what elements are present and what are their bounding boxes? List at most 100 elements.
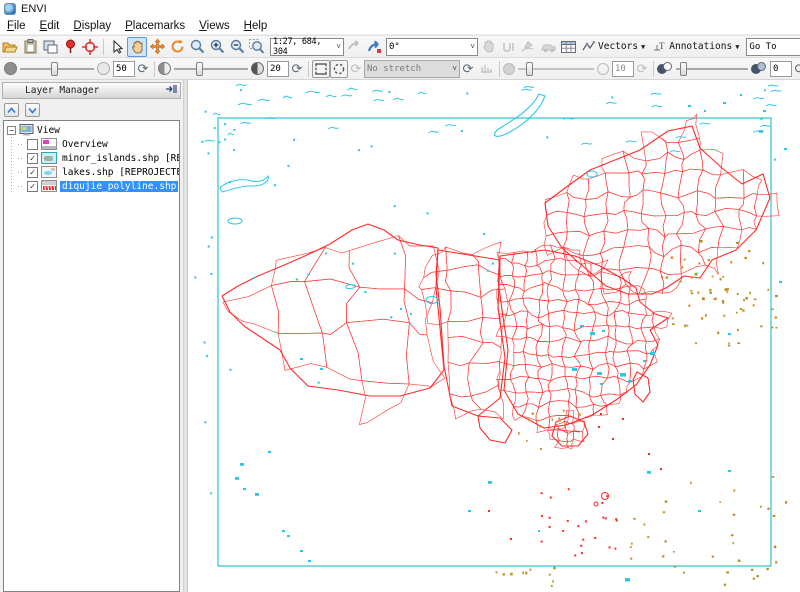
stretch-extent-button[interactable]: [312, 60, 330, 78]
menu-edit[interactable]: Edit: [33, 19, 67, 33]
goto-combobox[interactable]: Go To ˅: [746, 38, 800, 56]
gray-vehicle-icon: [541, 41, 556, 53]
move-layer-down-button[interactable]: [25, 103, 40, 117]
stretch-options-button[interactable]: [476, 59, 496, 79]
select-vector-tool-button[interactable]: [478, 37, 498, 57]
layer-manager-title: Layer Manager: [25, 85, 99, 96]
view-label: View: [37, 125, 60, 136]
brightness-slider[interactable]: [20, 62, 94, 76]
tree-row-diqujie[interactable]: ✓ diqujie_polyline.shp: [4, 179, 179, 193]
toolbar-separator: [308, 61, 309, 77]
toolbar-separator: [653, 61, 654, 77]
vectors-label: Vectors: [598, 41, 638, 52]
opacity-low-icon: [657, 62, 673, 76]
diqujie-label[interactable]: diqujie_polyline.shp: [60, 181, 178, 192]
stretch-view-button[interactable]: [330, 60, 348, 78]
menu-placemarks[interactable]: Placemarks: [118, 19, 192, 33]
placemark-button[interactable]: [60, 37, 80, 57]
map-canvas[interactable]: [188, 80, 800, 590]
move-layer-up-button[interactable]: [4, 103, 19, 117]
gray-vertices-icon: [502, 41, 515, 53]
stretch-value: No stretch: [367, 64, 421, 74]
lakes-checkbox[interactable]: ✓: [27, 167, 38, 178]
overview-label[interactable]: Overview: [60, 139, 110, 150]
fixed-zoom-button[interactable]: [247, 37, 267, 57]
minor-islands-label[interactable]: minor_islands.shp [REPROJECTED]: [60, 153, 180, 164]
brightness-reset-button[interactable]: ⟳: [135, 61, 151, 77]
chevron-down-icon: ▼: [641, 43, 645, 51]
annotations-dropdown-button[interactable]: T Annotations ▼: [649, 37, 743, 57]
dashed-circle-icon: [333, 63, 345, 75]
transparency-reset-button[interactable]: ⟳: [792, 61, 800, 77]
fly-tool-button[interactable]: [147, 37, 167, 57]
sharpen-low-icon: [503, 63, 515, 75]
open-file-button[interactable]: [0, 37, 20, 57]
stretch-apply-button[interactable]: ⟳: [348, 61, 364, 77]
rotation-value: 0°: [389, 42, 400, 52]
toolbar-separator: [103, 39, 104, 55]
brightness-input[interactable]: [113, 61, 135, 77]
menu-file[interactable]: File: [0, 19, 33, 33]
tree-row-lakes[interactable]: ✓ lakes.shp [REPROJECTED]: [4, 165, 179, 179]
vertex-edit-button[interactable]: [498, 37, 518, 57]
tree-row-overview[interactable]: Overview: [4, 137, 179, 151]
sharpen-input[interactable]: [612, 61, 634, 77]
contrast-input[interactable]: [267, 61, 289, 77]
pin-icon: [65, 39, 76, 54]
draw-tool-button[interactable]: [518, 37, 538, 57]
attribute-table-button[interactable]: [558, 37, 578, 57]
vectors-icon: [582, 41, 595, 52]
svg-text:T: T: [659, 41, 665, 51]
scale-value: 1:27, 684, 304: [273, 37, 333, 57]
drive-tool-button[interactable]: [538, 37, 558, 57]
display-toolbar: ⟳ ⟳ ⟳ No stretch ˅ ⟳ ⟳ ⟳: [0, 57, 800, 80]
sharpen-slider[interactable]: [518, 62, 594, 76]
select-tool-button[interactable]: [107, 37, 127, 57]
rotate-icon: [170, 39, 185, 54]
tree-row-minor-islands[interactable]: ✓ minor_islands.shp [REPROJECTED]: [4, 151, 179, 165]
vectors-dropdown-button[interactable]: Vectors ▼: [578, 37, 649, 57]
overview-checkbox[interactable]: [27, 139, 38, 150]
transparency-slider[interactable]: [676, 62, 748, 76]
stretch-combobox[interactable]: No stretch ˅: [364, 60, 460, 78]
zoom-out-button[interactable]: [227, 37, 247, 57]
layer-order-buttons: [0, 99, 183, 120]
menu-display[interactable]: Display: [66, 19, 118, 33]
crosshair-button[interactable]: [80, 37, 100, 57]
transparency-input[interactable]: [770, 61, 792, 77]
scale-combobox[interactable]: 1:27, 684, 304 ˅: [270, 38, 344, 56]
minor-islands-layer-icon: [41, 152, 57, 164]
rotation-combobox[interactable]: 0° ˅: [386, 38, 478, 56]
rotate-tool-button[interactable]: [167, 37, 187, 57]
diqujie-checkbox[interactable]: ✓: [27, 181, 38, 192]
minor-islands-checkbox[interactable]: ✓: [27, 153, 38, 164]
previous-extent-button[interactable]: [344, 37, 364, 57]
blue-arrow-icon: [367, 40, 382, 54]
tree-row-view[interactable]: − View: [4, 123, 179, 137]
reproject-button[interactable]: [364, 37, 384, 57]
collapse-icon[interactable]: −: [7, 126, 16, 135]
title-bar: ENVI: [0, 0, 800, 18]
sharpen-reset-button[interactable]: ⟳: [634, 61, 650, 77]
pan-tool-button[interactable]: [127, 37, 147, 57]
map-view[interactable]: [188, 80, 800, 592]
crosshair-icon: [82, 39, 98, 55]
contrast-slider[interactable]: [174, 62, 248, 76]
chevron-up-icon: [7, 107, 16, 114]
zoom-in-button[interactable]: [207, 37, 227, 57]
envi-window: { "window": { "title": "ENVI" }, "menu":…: [0, 0, 800, 592]
layer-manager-header[interactable]: Layer Manager: [2, 82, 181, 99]
lakes-label[interactable]: lakes.shp [REPROJECTED]: [60, 167, 180, 178]
zoom-window-button[interactable]: [187, 37, 207, 57]
paste-button[interactable]: [20, 37, 40, 57]
menu-views[interactable]: Views: [192, 19, 236, 33]
gray-arrow-icon: [347, 40, 361, 53]
chip-view-button[interactable]: [40, 37, 60, 57]
float-panel-icon[interactable]: [165, 84, 177, 97]
stretch-reset-button[interactable]: ⟳: [460, 61, 476, 77]
rect-extent-icon: [315, 63, 327, 75]
contrast-reset-button[interactable]: ⟳: [289, 61, 305, 77]
overview-layer-icon: [41, 138, 57, 150]
menu-help[interactable]: Help: [237, 19, 275, 33]
magnifier-plus-icon: [210, 39, 225, 54]
